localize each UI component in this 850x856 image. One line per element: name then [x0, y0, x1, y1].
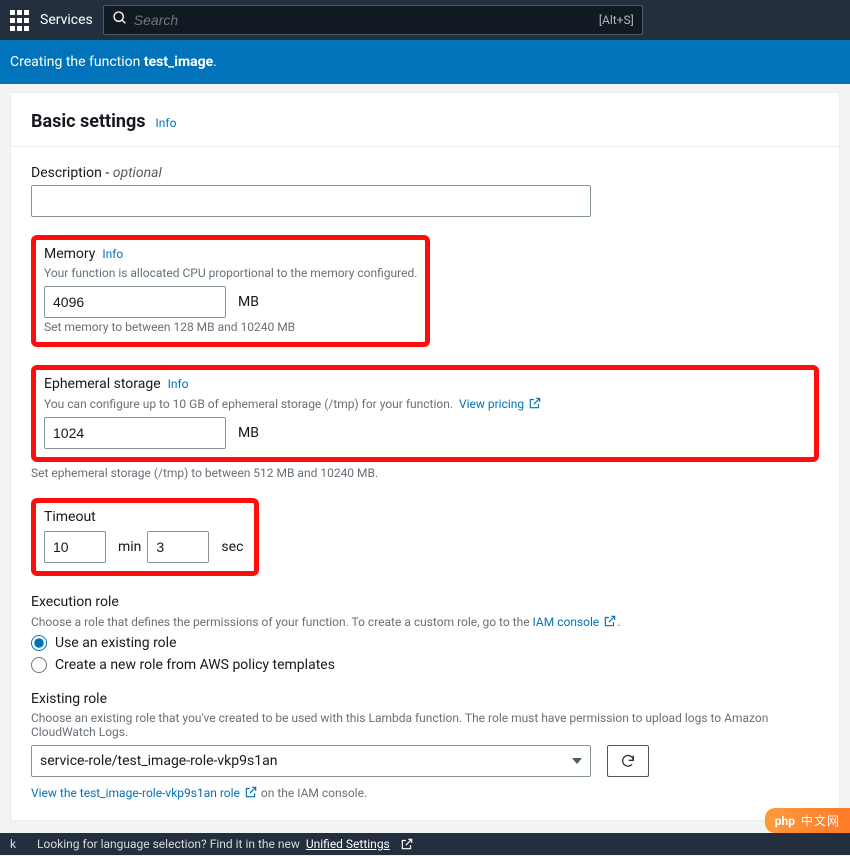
iam-console-link[interactable]: IAM console	[533, 615, 618, 629]
memory-label: Memory	[44, 246, 95, 262]
panel-title: Basic settings	[31, 111, 146, 132]
unified-settings-link[interactable]: Unified Settings	[306, 837, 390, 851]
existing-role-selected: service-role/test_image-role-vkp9s1an	[40, 753, 277, 769]
timeout-sec-unit: sec	[221, 539, 243, 555]
memory-field: Memory Info Your function is allocated C…	[31, 235, 819, 347]
flash-text-prefix: Creating the function	[10, 54, 144, 70]
search-box[interactable]: [Alt+S]	[103, 5, 643, 35]
timeout-highlight: Timeout min sec	[31, 498, 259, 576]
watermark-brand: php	[775, 814, 795, 828]
search-input[interactable]	[134, 12, 593, 28]
external-link-icon	[244, 785, 258, 799]
chevron-down-icon	[572, 758, 582, 764]
flash-banner: Creating the function test_image.	[0, 40, 850, 84]
basic-settings-panel: Basic settings Info Description - option…	[10, 92, 840, 821]
bottombar-text: Looking for language selection? Find it …	[37, 837, 300, 851]
memory-input[interactable]	[44, 286, 226, 318]
bottombar-k: k	[10, 837, 16, 851]
refresh-icon	[620, 753, 636, 769]
watermark-badge: php 中文网	[765, 808, 850, 833]
search-shortcut: [Alt+S]	[599, 13, 634, 27]
timeout-min-input[interactable]	[44, 531, 106, 563]
execution-role-hint: Choose a role that defines the permissio…	[31, 615, 533, 629]
memory-unit: MB	[238, 294, 259, 310]
external-link-icon	[603, 614, 617, 628]
view-role-suffix: on the IAM console.	[258, 786, 367, 800]
existing-role-field: Existing role Choose an existing role th…	[31, 691, 819, 800]
external-link-icon	[528, 396, 542, 410]
view-pricing-link[interactable]: View pricing	[459, 397, 542, 411]
memory-hint: Your function is allocated CPU proportio…	[44, 266, 417, 280]
ephemeral-unit: MB	[238, 425, 259, 441]
execution-role-label: Execution role	[31, 594, 819, 610]
search-icon	[112, 10, 128, 30]
flash-text-suffix: .	[213, 54, 217, 70]
exec-role-hint-suffix: .	[617, 615, 620, 629]
ephemeral-field: Ephemeral storage Info You can configure…	[31, 365, 819, 480]
app-grid-icon[interactable]	[8, 9, 30, 31]
execution-role-field: Execution role Choose a role that define…	[31, 594, 819, 673]
description-field: Description - optional	[31, 165, 819, 217]
radio-use-existing-label: Use an existing role	[55, 635, 177, 651]
radio-create-template-label: Create a new role from AWS policy templa…	[55, 657, 335, 673]
description-optional: optional	[113, 165, 162, 181]
ephemeral-highlight: Ephemeral storage Info You can configure…	[31, 365, 819, 462]
flash-fn-name: test_image	[144, 54, 213, 70]
timeout-label: Timeout	[44, 509, 246, 525]
services-link[interactable]: Services	[40, 12, 93, 28]
bottom-bar: k Looking for language selection? Find i…	[0, 833, 850, 855]
radio-create-template[interactable]	[31, 657, 47, 673]
external-link-icon	[400, 837, 414, 851]
existing-role-label: Existing role	[31, 691, 819, 707]
ephemeral-range-hint: Set ephemeral storage (/tmp) to between …	[31, 466, 819, 480]
timeout-field: Timeout min sec	[31, 498, 819, 576]
panel-info-link[interactable]: Info	[156, 116, 177, 130]
timeout-sec-input[interactable]	[147, 531, 209, 563]
topbar: Services [Alt+S]	[0, 0, 850, 40]
timeout-min-unit: min	[118, 539, 141, 555]
ephemeral-input[interactable]	[44, 417, 226, 449]
memory-range-hint: Set memory to between 128 MB and 10240 M…	[44, 320, 417, 334]
radio-use-existing[interactable]	[31, 635, 47, 651]
existing-role-hint: Choose an existing role that you've crea…	[31, 711, 819, 739]
ephemeral-label: Ephemeral storage	[44, 376, 161, 392]
existing-role-select[interactable]: service-role/test_image-role-vkp9s1an	[31, 745, 591, 777]
description-label: Description -	[31, 165, 113, 181]
memory-highlight: Memory Info Your function is allocated C…	[31, 235, 430, 347]
description-input[interactable]	[31, 185, 591, 217]
refresh-roles-button[interactable]	[607, 745, 649, 777]
view-role-link[interactable]: View the test_image-role-vkp9s1an role	[31, 786, 258, 800]
ephemeral-info-link[interactable]: Info	[168, 377, 189, 391]
memory-info-link[interactable]: Info	[102, 247, 123, 261]
watermark-cn: 中文网	[801, 812, 840, 829]
ephemeral-hint: You can configure up to 10 GB of ephemer…	[44, 397, 453, 411]
